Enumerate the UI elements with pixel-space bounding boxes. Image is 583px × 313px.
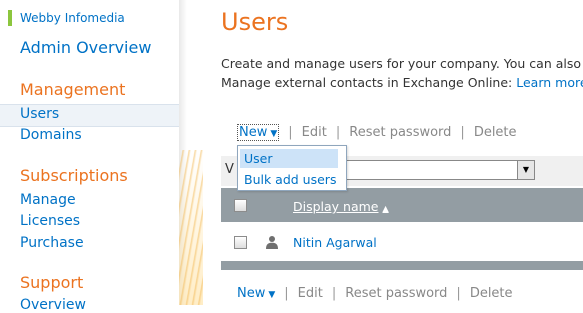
- brand: Webby Infomedia: [8, 10, 125, 26]
- new-button[interactable]: New ▼: [237, 124, 280, 141]
- toolbar-divider: |: [456, 286, 461, 301]
- section-subscriptions: Subscriptions: [20, 166, 128, 185]
- view-label: V: [225, 162, 234, 177]
- table-footer: [221, 261, 583, 270]
- edit-button-bottom[interactable]: Edit: [298, 286, 323, 301]
- brand-accent-bar: [8, 10, 12, 26]
- sidebar-item-manage[interactable]: Manage: [20, 192, 76, 208]
- sidebar: Webby Infomedia Admin Overview Managemen…: [0, 0, 180, 313]
- sort-up-icon: ▲: [382, 204, 389, 213]
- caret-down-icon: ▼: [268, 290, 276, 300]
- new-button-bottom[interactable]: New ▼: [237, 286, 275, 301]
- learn-more-link[interactable]: Learn more: [516, 75, 583, 90]
- reset-password-button[interactable]: Reset password: [349, 125, 451, 140]
- sidebar-item-purchase[interactable]: Purchase: [20, 235, 84, 251]
- admin-overview-link[interactable]: Admin Overview: [20, 38, 151, 57]
- person-icon: [266, 236, 278, 249]
- table-header: Display name ▲: [221, 188, 583, 222]
- reset-password-button-bottom[interactable]: Reset password: [345, 286, 447, 301]
- toolbar-divider: |: [288, 125, 293, 140]
- sidebar-item-users[interactable]: Users: [20, 106, 59, 122]
- sidebar-item-overview[interactable]: Overview: [20, 297, 86, 313]
- description-line-1: Create and manage users for your company…: [221, 56, 582, 71]
- section-management: Management: [20, 80, 126, 99]
- toolbar-bottom: New ▼ | Edit | Reset password | Delete: [237, 286, 513, 301]
- edit-button[interactable]: Edit: [302, 125, 327, 140]
- menu-item-user[interactable]: User: [240, 149, 338, 168]
- caret-down-icon: ▼: [270, 129, 278, 139]
- brand-name[interactable]: Webby Infomedia: [20, 11, 125, 25]
- decorative-background: [179, 150, 203, 305]
- column-header-display-name[interactable]: Display name ▲: [293, 199, 389, 214]
- toolbar-top: New ▼ | Edit | Reset password | Delete: [237, 124, 517, 141]
- new-dropdown-menu: User Bulk add users: [237, 145, 347, 191]
- description-line-2-text: Manage external contacts in Exchange Onl…: [221, 75, 517, 90]
- column-header-label: Display name: [293, 199, 379, 214]
- row-checkbox[interactable]: [234, 236, 247, 249]
- sidebar-item-licenses[interactable]: Licenses: [20, 213, 80, 229]
- user-name-link[interactable]: Nitin Agarwal: [293, 235, 377, 250]
- delete-button[interactable]: Delete: [474, 125, 517, 140]
- menu-item-bulk-add-users[interactable]: Bulk add users: [240, 170, 338, 189]
- new-button-label: New: [239, 125, 268, 140]
- sidebar-item-domains[interactable]: Domains: [20, 127, 82, 143]
- description-line-2: Manage external contacts in Exchange Onl…: [221, 75, 583, 90]
- toolbar-divider: |: [460, 125, 465, 140]
- toolbar-divider: |: [331, 286, 337, 301]
- toolbar-divider: |: [335, 125, 341, 140]
- new-button-label: New: [237, 286, 266, 301]
- toolbar-divider: |: [284, 286, 289, 301]
- view-select[interactable]: ▼: [333, 160, 535, 180]
- select-all-checkbox[interactable]: [234, 199, 247, 212]
- delete-button-bottom[interactable]: Delete: [470, 286, 513, 301]
- chevron-down-icon[interactable]: ▼: [517, 161, 534, 179]
- page-title: Users: [221, 8, 289, 36]
- section-support: Support: [20, 273, 84, 292]
